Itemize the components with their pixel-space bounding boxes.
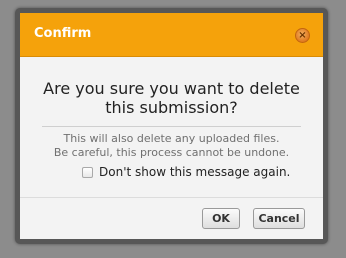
dont-show-label[interactable]: Don't show this message again. bbox=[99, 165, 290, 180]
warning-line-2: Be careful, this process cannot be undon… bbox=[53, 146, 290, 159]
question-line-1: Are you sure you want to delete bbox=[43, 79, 300, 98]
dialog-body: Are you sure you want to delete this sub… bbox=[20, 57, 323, 197]
divider bbox=[42, 126, 301, 127]
confirm-dialog: Confirm × Are you sure you want to delet… bbox=[20, 13, 323, 239]
close-icon[interactable]: × bbox=[295, 28, 310, 43]
dialog-footer: OK Cancel bbox=[20, 197, 323, 239]
confirm-question: Are you sure you want to delete this sub… bbox=[20, 79, 323, 117]
dialog-titlebar: Confirm × bbox=[20, 13, 323, 57]
dialog-title: Confirm bbox=[34, 26, 92, 41]
dont-show-option[interactable]: Don't show this message again. bbox=[82, 164, 290, 180]
cancel-button[interactable]: Cancel bbox=[253, 208, 305, 229]
dialog-frame: Confirm × Are you sure you want to delet… bbox=[15, 8, 328, 244]
dont-show-checkbox[interactable] bbox=[82, 166, 93, 178]
ok-button[interactable]: OK bbox=[202, 208, 240, 229]
question-line-2: this submission? bbox=[105, 98, 238, 117]
warning-line-1: This will also delete any uploaded files… bbox=[63, 132, 280, 145]
warning-text: This will also delete any uploaded files… bbox=[20, 132, 323, 160]
